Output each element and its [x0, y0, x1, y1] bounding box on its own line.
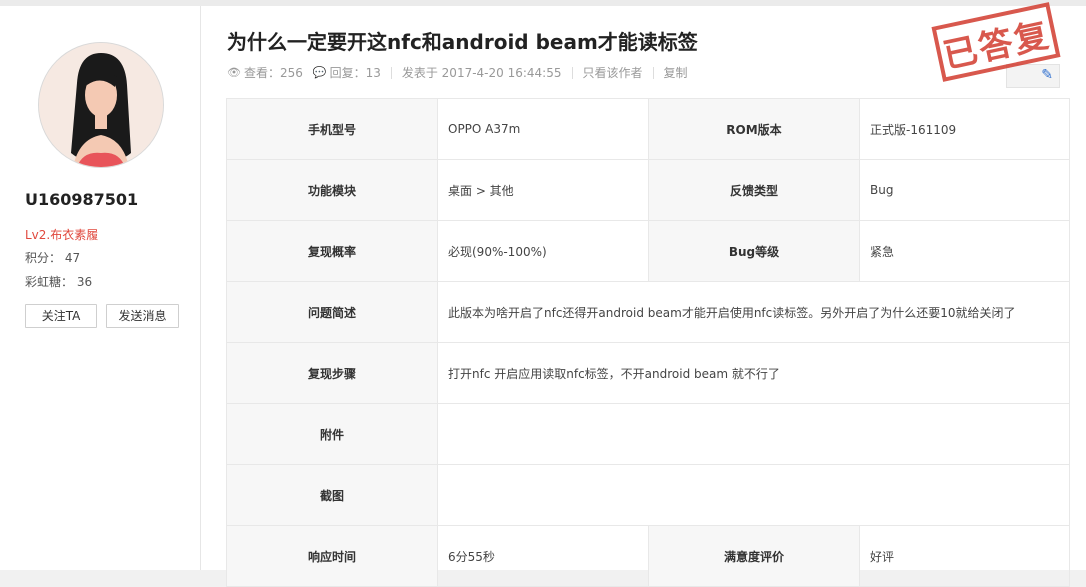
response-time-value: 6分55秒 — [437, 525, 649, 587]
phone-model-label: 手机型号 — [226, 98, 438, 160]
repro-rate-value: 必现(90%-100%) — [437, 220, 649, 282]
avatar-illustration — [39, 43, 163, 167]
summary-value: 此版本为啥开启了nfc还得开android beam才能开启使用nfc读标签。另… — [437, 281, 1070, 343]
post-title: 为什么一定要开这nfc和android beam才能读标签 — [227, 30, 698, 54]
rom-label: ROM版本 — [648, 98, 860, 160]
table-row: 附件 — [226, 403, 1070, 465]
eye-icon: 👁 — [227, 66, 241, 79]
views-text: 查看：256 — [243, 66, 303, 80]
response-time-label: 响应时间 — [226, 525, 438, 587]
post-time: 发表于 2017-4-20 16:44:55 — [401, 66, 562, 80]
rom-value: 正式版-161109 — [859, 98, 1070, 160]
avatar[interactable] — [38, 42, 164, 168]
post-meta: 👁 查看：256 💬 回复：13 发表于 2017-4-20 16:44:55 … — [227, 64, 688, 81]
table-row: 复现概率 必现(90%-100%) Bug等级 紧急 — [226, 220, 1070, 282]
user-level: Lv2.布衣素履 — [25, 228, 99, 242]
module-value: 桌面 > 其他 — [437, 159, 649, 221]
table-row: 手机型号 OPPO A37m ROM版本 正式版-161109 — [226, 98, 1070, 160]
replies-count: 💬 回复：13 — [313, 64, 381, 81]
table-row: 响应时间 6分55秒 满意度评价 好评 — [226, 525, 1070, 587]
comment-icon: 💬 — [312, 66, 327, 79]
bug-info-table: 手机型号 OPPO A37m ROM版本 正式版-161109 功能模块 桌面 … — [226, 98, 1070, 587]
copy-link[interactable]: 复制 — [664, 64, 688, 81]
table-row: 截图 — [226, 464, 1070, 526]
feedback-type-value: Bug — [859, 159, 1070, 221]
attachment-label: 附件 — [226, 403, 438, 465]
summary-label: 问题简述 — [226, 281, 438, 343]
views-count: 👁 查看：256 — [227, 64, 303, 81]
phone-model-value: OPPO A37m — [437, 98, 649, 160]
user-points: 积分： 47 — [25, 251, 81, 265]
screenshot-label: 截图 — [226, 464, 438, 526]
module-label: 功能模块 — [226, 159, 438, 221]
table-row: 复现步骤 打开nfc 开启应用读取nfc标签，不开android beam 就不… — [226, 342, 1070, 404]
edit-icon: ✎ — [1041, 67, 1053, 83]
repro-rate-label: 复现概率 — [226, 220, 438, 282]
user-sidebar: U160987501 Lv2.布衣素履 积分： 47 彩虹糖： 36 关注TA … — [0, 6, 201, 570]
feedback-type-label: 反馈类型 — [648, 159, 860, 221]
satisfaction-value: 好评 — [859, 525, 1070, 587]
screenshot-value — [437, 464, 1070, 526]
steps-label: 复现步骤 — [226, 342, 438, 404]
follow-button[interactable]: 关注TA — [25, 304, 97, 328]
table-row: 问题简述 此版本为啥开启了nfc还得开android beam才能开启使用nfc… — [226, 281, 1070, 343]
post-main: 为什么一定要开这nfc和android beam才能读标签 👁 查看：256 💬… — [201, 2, 1086, 587]
user-candy: 彩虹糖： 36 — [25, 275, 93, 289]
steps-value: 打开nfc 开启应用读取nfc标签，不开android beam 就不行了 — [437, 342, 1070, 404]
meta-divider — [652, 66, 654, 79]
meta-divider — [390, 66, 392, 79]
satisfaction-label: 满意度评价 — [648, 525, 860, 587]
meta-divider — [571, 66, 573, 79]
send-message-button[interactable]: 发送消息 — [106, 304, 179, 328]
author-only-link[interactable]: 只看该作者 — [583, 64, 643, 81]
username[interactable]: U160987501 — [25, 190, 138, 209]
replies-text: 回复：13 — [329, 66, 381, 80]
bug-level-value: 紧急 — [859, 220, 1070, 282]
bug-level-label: Bug等级 — [648, 220, 860, 282]
table-row: 功能模块 桌面 > 其他 反馈类型 Bug — [226, 159, 1070, 221]
attachment-value — [437, 403, 1070, 465]
